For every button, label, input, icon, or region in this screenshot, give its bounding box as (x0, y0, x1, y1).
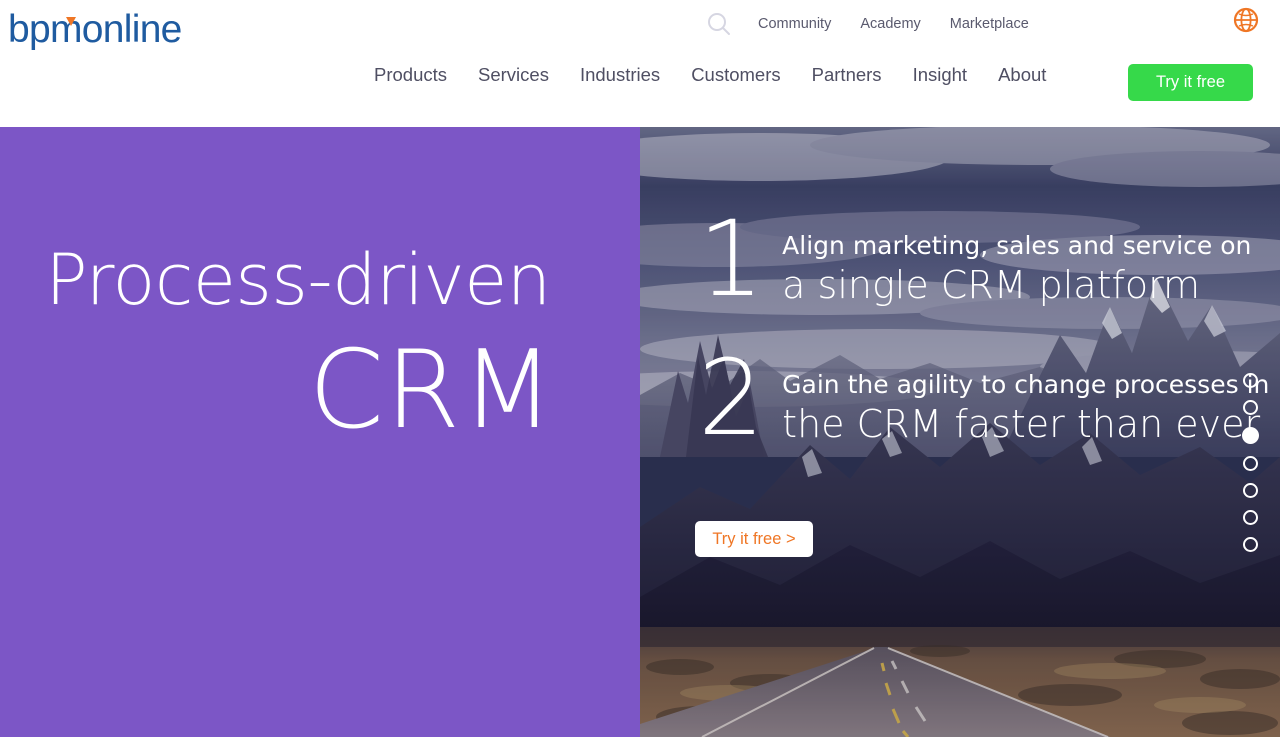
hero-try-it-free-button[interactable]: Try it free > (695, 521, 813, 557)
logo-wordmark: bpmonline (8, 10, 182, 49)
logo-text-bpm: bpm (8, 7, 82, 51)
hero-headline-line1: Process-driven (45, 239, 551, 321)
logo-text-online: online (81, 7, 183, 51)
utility-nav: Community Academy Marketplace (706, 10, 1029, 38)
site-header: bpmonline Community Academy Marketplace … (0, 0, 1280, 127)
globe-icon[interactable] (1232, 6, 1260, 34)
nav-item-products[interactable]: Products (374, 64, 447, 86)
main-nav: Products Services Industries Customers P… (374, 64, 1046, 86)
hero-purple-panel: Process-driven CRM (0, 127, 640, 737)
hero-section: Process-driven CRM 1 Align marketing, sa… (0, 127, 1280, 737)
utility-nav-item-academy[interactable]: Academy (860, 16, 920, 32)
hero-headline-line2: CRM (308, 328, 556, 453)
try-it-free-button[interactable]: Try it free (1128, 64, 1253, 101)
nav-item-insight[interactable]: Insight (913, 64, 968, 86)
logo-accent-mark (66, 16, 76, 26)
utility-nav-item-community[interactable]: Community (758, 16, 831, 32)
nav-item-partners[interactable]: Partners (812, 64, 882, 86)
utility-nav-item-marketplace[interactable]: Marketplace (950, 16, 1029, 32)
search-icon[interactable] (706, 11, 732, 37)
nav-item-about[interactable]: About (998, 64, 1046, 86)
site-logo[interactable]: bpmonline (8, 6, 182, 52)
hero-headline-block: Process-driven CRM (0, 127, 640, 445)
nav-item-customers[interactable]: Customers (691, 64, 780, 86)
nav-item-services[interactable]: Services (478, 64, 549, 86)
nav-item-industries[interactable]: Industries (580, 64, 660, 86)
